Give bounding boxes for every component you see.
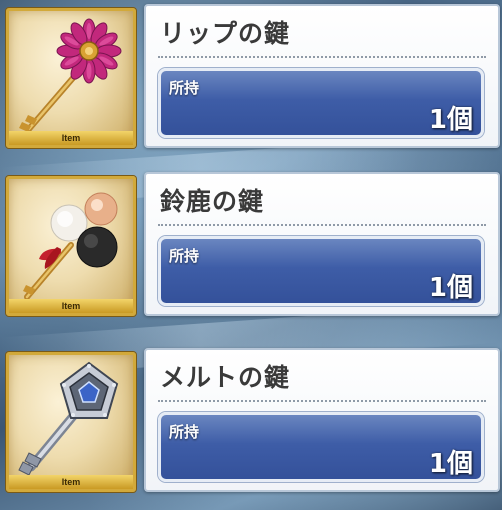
quantity-box: 所持 1個 — [158, 236, 484, 306]
owned-label: 所持 — [169, 79, 200, 97]
item-name: 鈴鹿の鍵 — [160, 187, 265, 216]
item-card[interactable]: Item メルトの鍵 所持 1個 — [0, 346, 502, 498]
divider — [158, 56, 486, 58]
quantity-box: 所持 1個 — [158, 68, 484, 138]
owned-count: 1個 — [428, 273, 473, 303]
flower-key-icon — [19, 18, 122, 132]
item-thumbnail: Item — [6, 176, 136, 316]
divider — [158, 400, 486, 402]
item-name: メルトの鍵 — [160, 363, 291, 392]
item-info-panel: リップの鍵 所持 1個 — [144, 4, 500, 148]
pentagon-key-icon — [18, 361, 119, 476]
divider — [158, 224, 486, 226]
item-thumbnail: Item — [6, 8, 136, 148]
item-card[interactable]: Item リップの鍵 所持 1個 — [0, 2, 502, 154]
item-thumbnail: Item — [6, 352, 136, 492]
owned-count: 1個 — [428, 449, 473, 479]
item-tag: Item — [9, 299, 133, 313]
owned-label: 所持 — [169, 247, 200, 265]
quantity-box: 所持 1個 — [158, 412, 484, 482]
owned-label: 所持 — [169, 423, 200, 441]
item-info-panel: メルトの鍵 所持 1個 — [144, 348, 500, 492]
item-tag: Item — [9, 131, 133, 145]
owned-count: 1個 — [428, 105, 473, 135]
item-tag: Item — [9, 475, 133, 489]
item-info-panel: 鈴鹿の鍵 所持 1個 — [144, 172, 500, 316]
pompom-key-icon — [23, 192, 118, 300]
item-card[interactable]: Item 鈴鹿の鍵 所持 1個 — [0, 170, 502, 322]
item-name: リップの鍵 — [160, 19, 291, 48]
